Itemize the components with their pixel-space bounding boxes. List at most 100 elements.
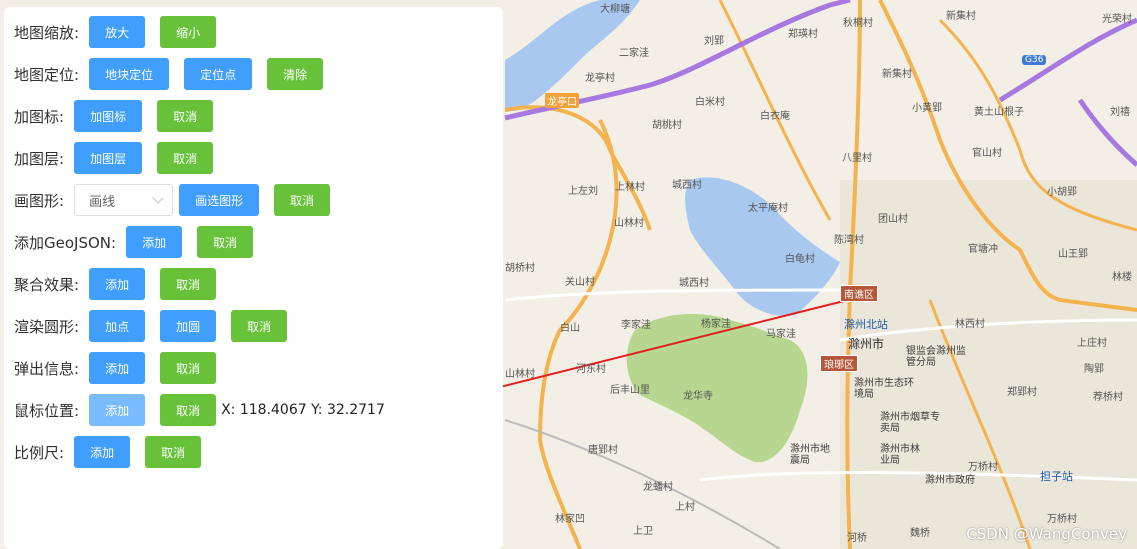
map-label: 八里村 <box>842 153 872 164</box>
poi-label: 滁州市政府 <box>925 475 975 486</box>
row-label: 比例尺: <box>14 443 65 462</box>
map-label: 唐郢村 <box>588 445 618 456</box>
map-label: 河桥 <box>847 533 867 544</box>
parcel-locate-button[interactable]: 地块定位 <box>89 58 170 90</box>
map-label: 小黄郢 <box>912 103 942 114</box>
map-label: 上左刘 <box>568 186 598 197</box>
add-icon-button[interactable]: 加图标 <box>74 100 143 132</box>
map-label: 刘郢 <box>704 36 724 47</box>
add-point-button[interactable]: 加点 <box>89 310 146 342</box>
row-label: 添加GeoJSON: <box>14 233 117 252</box>
poi-label: 滁州市地震局 <box>790 444 830 466</box>
cancel-button[interactable]: 取消 <box>274 184 331 216</box>
map-label: 上庄村 <box>1077 338 1107 349</box>
row-label: 画图形: <box>14 191 65 210</box>
add-layer-button[interactable]: 加图层 <box>74 142 143 174</box>
map-label: 团山村 <box>878 214 908 225</box>
row-map-zoom: 地图缩放: 放大 缩小 <box>14 16 231 48</box>
row-draw-shape: 画图形: 画线 画选图形 取消 <box>14 184 345 216</box>
chevron-down-icon <box>152 192 164 204</box>
map-label: 山林村 <box>614 218 644 229</box>
map-label: 上村 <box>675 502 695 513</box>
map-label: 白衣庵 <box>760 111 790 122</box>
add-button[interactable]: 添加 <box>89 352 146 384</box>
map-label: 新集村 <box>882 69 912 80</box>
row-label: 地图缩放: <box>14 23 80 42</box>
poi-label: 滁州市生态环境局 <box>854 378 914 400</box>
map-label: 官塘冲 <box>968 244 998 255</box>
row-mouse-position: 鼠标位置: 添加 取消 X: 118.4067 Y: 32.2717 <box>14 394 385 426</box>
map-label: 陶郢 <box>1084 364 1104 375</box>
add-button[interactable]: 添加 <box>126 226 183 258</box>
locate-point-button[interactable]: 定位点 <box>184 58 253 90</box>
row-render-circle: 渲染圆形: 加点 加圆 取消 <box>14 310 302 342</box>
map-label: 关山村 <box>565 277 595 288</box>
map-label: 刘禧 <box>1110 107 1130 118</box>
cancel-button[interactable]: 取消 <box>145 436 202 468</box>
cancel-button[interactable]: 取消 <box>157 142 214 174</box>
add-circle-button[interactable]: 加圆 <box>160 310 217 342</box>
map-label: 白米村 <box>695 97 725 108</box>
cancel-button[interactable]: 取消 <box>160 268 217 300</box>
map-label: 胡桃村 <box>652 120 682 131</box>
map-label: 魏桥 <box>910 528 930 539</box>
add-button[interactable]: 添加 <box>74 436 131 468</box>
cancel-button[interactable]: 取消 <box>157 100 214 132</box>
row-label: 加图层: <box>14 149 65 168</box>
map-label: 河东村 <box>576 364 606 375</box>
map-label: 郑瑛村 <box>788 29 818 40</box>
map-label: 上卫 <box>633 526 653 537</box>
map-label: 万桥村 <box>1047 514 1077 525</box>
mouse-coordinate-readout: X: 118.4067 Y: 32.2717 <box>221 402 385 418</box>
map-label: 白山 <box>560 323 580 334</box>
map-label: 上林村 <box>615 182 645 193</box>
row-add-icon: 加图标: 加图标 取消 <box>14 100 228 132</box>
select-value: 画线 <box>89 194 116 210</box>
map-label: 白龟村 <box>785 254 815 265</box>
map-label: 山林村 <box>505 369 535 380</box>
row-label: 地图定位: <box>14 65 80 84</box>
row-map-locate: 地图定位: 地块定位 定位点 清除 <box>14 58 338 90</box>
cancel-button[interactable]: 取消 <box>160 352 217 384</box>
cancel-button[interactable]: 取消 <box>197 226 254 258</box>
map-label: 杨家洼 <box>701 319 731 330</box>
station-label: 担子站 <box>1040 470 1073 483</box>
poi-label: 滁州市烟草专卖局 <box>880 412 940 434</box>
map-label: 太平庵村 <box>748 203 788 214</box>
zoom-out-button[interactable]: 缩小 <box>160 16 217 48</box>
row-label: 弹出信息: <box>14 359 80 378</box>
shape-type-select[interactable]: 画线 <box>74 184 174 216</box>
row-label: 鼠标位置: <box>14 401 80 420</box>
map-label: 陈湾村 <box>834 235 864 246</box>
add-button[interactable]: 添加 <box>89 394 146 426</box>
row-label: 加图标: <box>14 107 65 126</box>
clear-button[interactable]: 清除 <box>267 58 324 90</box>
zoom-in-button[interactable]: 放大 <box>89 16 146 48</box>
map-label: 郑郢村 <box>1007 387 1037 398</box>
cancel-button[interactable]: 取消 <box>160 394 217 426</box>
map-label: 秋桐村 <box>843 18 873 29</box>
draw-select-shape-button[interactable]: 画选图形 <box>179 184 260 216</box>
map-label: 林楼 <box>1112 272 1132 283</box>
map-label: 龙蟠村 <box>643 482 673 493</box>
map-label: 马家洼 <box>766 329 796 340</box>
g36-route-tag: G36 <box>1022 55 1047 65</box>
map-label: 山王郢 <box>1058 249 1088 260</box>
control-panel: 地图缩放: 放大 缩小 地图定位: 地块定位 定位点 清除 加图标: 加图标 取… <box>4 7 503 549</box>
add-button[interactable]: 添加 <box>89 268 146 300</box>
map-label: 光荣村 <box>1102 14 1132 25</box>
cancel-button[interactable]: 取消 <box>231 310 288 342</box>
map-label: 林家凹 <box>555 514 585 525</box>
map-label: 后丰山里 <box>610 385 650 396</box>
row-cluster: 聚合效果: 添加 取消 <box>14 268 231 300</box>
district-tag-langya: 琅琊区 <box>820 355 858 372</box>
row-scale-bar: 比例尺: 添加 取消 <box>14 436 216 468</box>
row-add-geojson: 添加GeoJSON: 添加 取消 <box>14 226 268 258</box>
row-add-layer: 加图层: 加图层 取消 <box>14 142 228 174</box>
map-label: 官山村 <box>972 148 1002 159</box>
road-tag: 龙亭口 <box>545 93 579 108</box>
row-label: 渲染圆形: <box>14 317 80 336</box>
city-label: 滁州市 <box>848 337 885 351</box>
map-label: 新集村 <box>946 11 976 22</box>
map-label: 龙华寺 <box>683 391 713 402</box>
